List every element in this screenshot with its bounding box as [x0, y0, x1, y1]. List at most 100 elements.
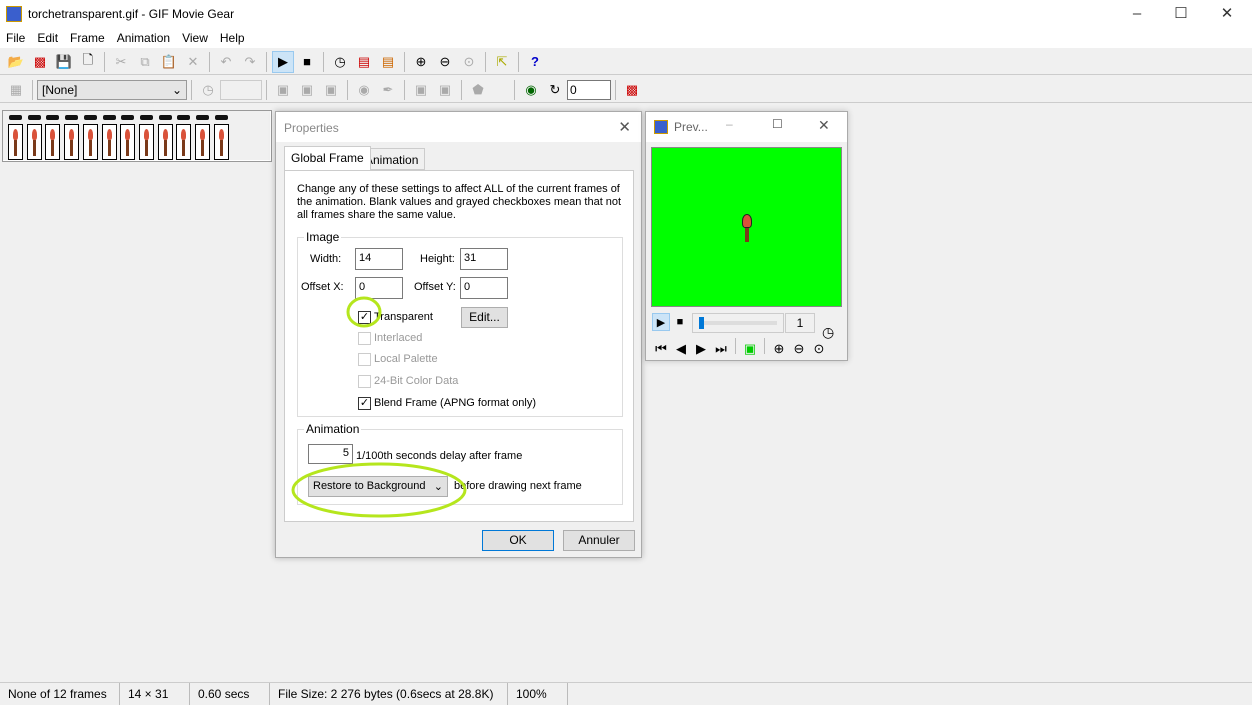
- cut-icon[interactable]: ✂: [110, 51, 132, 73]
- menu-bar: File Edit Frame Animation View Help: [0, 28, 1252, 48]
- preview-controls: ⏮ ◀ ▶ ⏭ ▣ ⊕ ⊖ ⊙: [651, 338, 829, 360]
- last-frame-icon[interactable]: ⏭: [712, 338, 730, 360]
- background-color-icon[interactable]: ▣: [741, 338, 759, 360]
- status-file-size: File Size: 2 276 bytes (0.6secs at 28.8K…: [270, 683, 508, 705]
- menu-help[interactable]: Help: [214, 28, 251, 48]
- insert-frames-icon[interactable]: ▩: [29, 51, 51, 73]
- maximize-button[interactable]: ☐: [1158, 0, 1204, 28]
- frame-thumbnail[interactable]: [64, 124, 80, 160]
- annotation-circle-transparent: [346, 296, 382, 328]
- preview-minimize-button[interactable]: –: [726, 117, 733, 131]
- slider-thumb[interactable]: [699, 317, 704, 329]
- frame-thumbnail[interactable]: [45, 124, 61, 160]
- next-frame-icon[interactable]: ▶: [692, 338, 710, 360]
- delay-input[interactable]: [220, 79, 262, 100]
- app-icon: [6, 6, 22, 22]
- menu-animation[interactable]: Animation: [111, 28, 176, 48]
- preview-maximize-button[interactable]: ☐: [772, 117, 783, 131]
- chevron-down-icon: ⌄: [171, 82, 182, 97]
- close-button[interactable]: ✕: [1204, 0, 1250, 28]
- save-icon[interactable]: 💾: [53, 51, 75, 73]
- tab-global-frame[interactable]: Global Frame: [284, 146, 371, 170]
- frame-delay-marker: [139, 115, 153, 120]
- redo-icon[interactable]: ↷: [239, 51, 261, 73]
- loop-icon: ↻: [549, 81, 561, 97]
- frame-delay-marker: [9, 115, 22, 120]
- delete-icon[interactable]: ✕: [182, 51, 204, 73]
- copy-icon[interactable]: ⧉: [134, 51, 156, 73]
- stop-icon[interactable]: ■: [296, 51, 318, 73]
- shape-icon[interactable]: ⬟: [467, 79, 489, 101]
- frame-thumbnail[interactable]: [195, 124, 210, 160]
- frame-toolbar: ▦ [None] ⌄ ◷ ▣ ▣ ▣ ◉ ✒ ▣ ▣ ⬟ ◉ ↻ 0 ▩: [0, 77, 1252, 103]
- frame-delay-marker: [102, 115, 116, 120]
- menu-view[interactable]: View: [176, 28, 214, 48]
- eyedropper-icon[interactable]: ✒: [377, 79, 399, 101]
- app-icon: [654, 120, 668, 134]
- prev-frame-icon[interactable]: ◀: [672, 338, 690, 360]
- frame-delay-marker: [196, 115, 209, 120]
- frame-thumbnail[interactable]: [120, 124, 136, 160]
- split-icon[interactable]: ▣: [410, 79, 432, 101]
- preview-title: Prev...: [674, 120, 708, 134]
- info-icon[interactable]: ⇱: [491, 51, 513, 73]
- preview-stop-icon[interactable]: ■: [671, 313, 689, 331]
- status-zoom: 100%: [508, 683, 568, 705]
- undo-icon[interactable]: ↶: [215, 51, 237, 73]
- help-icon[interactable]: ?: [524, 51, 546, 73]
- frame-thumbnail[interactable]: [176, 124, 192, 160]
- main-toolbar: 📂 ▩ 💾 🗋 ✂ ⧉ 📋 ✕ ↶ ↷ ▶ ■ ◷ ▤ ▤ ⊕ ⊖ ⊙ ⇱ ?: [0, 49, 1252, 75]
- status-size: 14 × 31: [120, 683, 190, 705]
- first-frame-icon[interactable]: ⏮: [652, 338, 670, 360]
- preview-zoom-reset-icon[interactable]: ⊙: [810, 338, 828, 360]
- zoom-in-icon[interactable]: ⊕: [410, 51, 432, 73]
- frame-thumbnail[interactable]: [8, 124, 23, 160]
- paste-icon[interactable]: 📋: [158, 51, 180, 73]
- zoom-reset-icon[interactable]: ⊙: [458, 51, 480, 73]
- frame-thumbnail[interactable]: [82, 124, 98, 160]
- zoom-out-icon[interactable]: ⊖: [434, 51, 456, 73]
- color-reduce-icon[interactable]: ▩: [621, 79, 643, 101]
- frame-strip: [2, 110, 272, 162]
- torch-image: [742, 214, 752, 244]
- title-bar: torchetransparent.gif - GIF Movie Gear –…: [0, 0, 1252, 28]
- menu-frame[interactable]: Frame: [64, 28, 111, 48]
- transform-icon[interactable]: ▣: [320, 79, 342, 101]
- play-icon[interactable]: ▶: [272, 50, 294, 73]
- frame-thumbnail[interactable]: [26, 124, 42, 160]
- frame-delay-marker: [65, 115, 79, 120]
- loop-count-input[interactable]: 0: [567, 79, 611, 100]
- flip-icon[interactable]: ▣: [296, 79, 318, 101]
- preview-frame-number: 1: [785, 313, 815, 333]
- frame-thumbnail[interactable]: [101, 124, 117, 160]
- delay-icon: ◷: [202, 81, 214, 97]
- frame-thumbnail[interactable]: [157, 124, 173, 160]
- optimize-icon[interactable]: ◉: [520, 79, 542, 101]
- preview-play-icon[interactable]: ▶: [652, 313, 670, 331]
- annotation-circle-disposal: [291, 462, 467, 518]
- preview-zoom-in-icon[interactable]: ⊕: [770, 338, 788, 360]
- minimize-button[interactable]: –: [1114, 0, 1160, 28]
- frame-thumbnail[interactable]: [138, 124, 154, 160]
- preview-canvas: [651, 147, 842, 307]
- frame-properties-icon[interactable]: ▦: [5, 79, 27, 101]
- palette-icon[interactable]: ◉: [353, 79, 375, 101]
- resize-icon[interactable]: ▤: [377, 51, 399, 73]
- frame-delay-marker: [177, 115, 191, 120]
- palette-select[interactable]: [None] ⌄: [37, 79, 187, 100]
- preview-close-button[interactable]: ✕: [818, 117, 830, 134]
- merge-icon[interactable]: ▣: [434, 79, 456, 101]
- status-frames: None of 12 frames: [0, 683, 120, 705]
- menu-file[interactable]: File: [0, 28, 31, 48]
- frame-delay-marker: [27, 115, 41, 120]
- frame-thumbnail[interactable]: [213, 124, 229, 160]
- frame-delay-marker: [158, 115, 172, 120]
- preview-zoom-out-icon[interactable]: ⊖: [790, 338, 808, 360]
- crop-icon[interactable]: ▤: [353, 51, 375, 73]
- preview-slider[interactable]: [692, 313, 784, 333]
- open-icon[interactable]: 📂: [5, 51, 27, 73]
- rotate-icon[interactable]: ▣: [272, 79, 294, 101]
- menu-edit[interactable]: Edit: [31, 28, 64, 48]
- new-icon[interactable]: 🗋: [77, 51, 99, 73]
- timing-icon[interactable]: ◷: [329, 51, 351, 73]
